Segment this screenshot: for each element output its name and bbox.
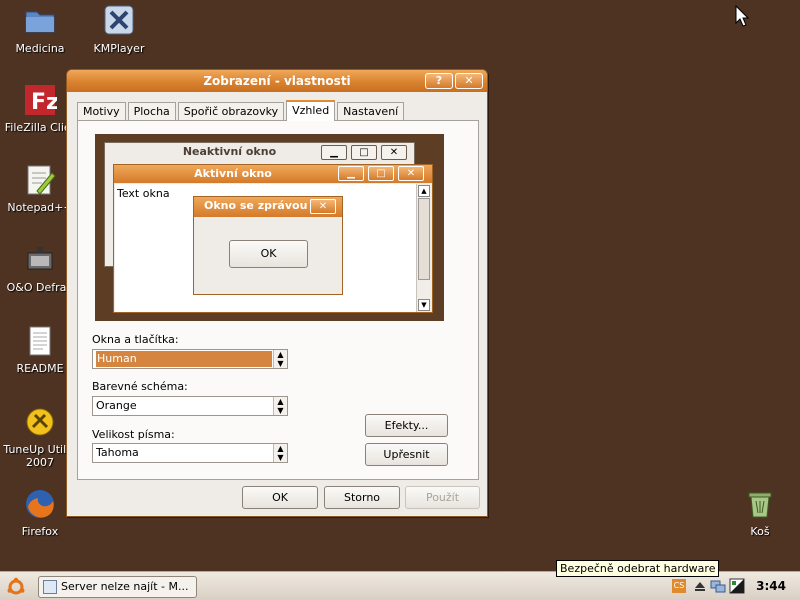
tab-strip: Motivy Plocha Spořič obrazovky Vzhled Na… <box>77 100 406 121</box>
desktop-icon-label: Medicina <box>15 42 65 55</box>
desktop-icon-kmplayer[interactable]: KMPlayer <box>79 4 159 55</box>
close-button[interactable]: ✕ <box>455 73 483 89</box>
color-scheme-value: Orange <box>96 399 137 412</box>
browser-icon <box>43 580 57 594</box>
preview-active-max-icon: □ <box>368 166 394 181</box>
preview-message-close-icon: ✕ <box>310 199 336 214</box>
defrag-icon <box>23 243 57 277</box>
taskbar-item-label: Server nelze najít - M... <box>61 580 189 593</box>
help-button[interactable]: ? <box>425 73 453 89</box>
windows-buttons-select[interactable]: Human ▲ ▼ <box>92 349 288 369</box>
advanced-button[interactable]: Upřesnit <box>365 443 448 466</box>
filezilla-icon: Fz <box>23 83 59 117</box>
svg-text:Fz: Fz <box>31 90 57 115</box>
spin-updown-icon: ▲ ▼ <box>273 444 287 462</box>
scroll-thumb <box>418 198 430 280</box>
window-title: Zobrazení - vlastnosti <box>203 74 351 88</box>
desktop-icon-label: Firefox <box>21 525 59 538</box>
tooltip-safely-remove-hardware: Bezpečně odebrat hardware <box>556 560 720 577</box>
effects-button[interactable]: Efekty... <box>365 414 448 437</box>
clock: 3:44 <box>756 579 786 593</box>
ok-button[interactable]: OK <box>242 486 318 509</box>
color-scheme-select[interactable]: Orange ▲ ▼ <box>92 396 288 416</box>
windows-buttons-label: Okna a tlačítka: <box>92 333 179 346</box>
document-icon <box>23 324 57 358</box>
notepad-icon <box>23 163 57 197</box>
kmplayer-icon <box>102 4 136 38</box>
desktop-icon-label: Koš <box>750 525 770 538</box>
preview-active-min-icon: ▁ <box>338 166 364 181</box>
scroll-up-icon: ▲ <box>418 185 430 197</box>
tray-network-icon[interactable] <box>710 578 726 597</box>
desktop-icon-medicina[interactable]: Medicina <box>0 4 80 55</box>
preview-message-window: Okno se zprávou ✕ OK <box>193 196 343 295</box>
tray-icon-cs[interactable]: CS <box>672 579 686 593</box>
start-menu-icon[interactable] <box>6 577 26 597</box>
display-properties-window: Zobrazení - vlastnosti ? ✕ Motivy Plocha… <box>66 69 488 517</box>
window-titlebar[interactable]: Zobrazení - vlastnosti ? ✕ <box>67 70 487 92</box>
font-size-value: Tahoma <box>96 446 139 459</box>
cancel-button[interactable]: Storno <box>324 486 400 509</box>
appearance-panel: Neaktivní okno ▁ □ ✕ Aktivní okno ▁ □ ✕ … <box>77 120 479 480</box>
scroll-down-icon: ▼ <box>418 299 430 311</box>
preview-scrollbar: ▲ ▼ <box>416 184 431 312</box>
tab-motivy[interactable]: Motivy <box>77 102 126 121</box>
spin-updown-icon: ▲ ▼ <box>273 397 287 415</box>
desktop-icon-trash[interactable]: Koš <box>720 487 800 538</box>
tab-nastaveni[interactable]: Nastavení <box>337 102 405 121</box>
mouse-cursor-icon <box>735 4 750 30</box>
apply-button[interactable]: Použít <box>405 486 480 509</box>
spin-updown-icon: ▲ ▼ <box>273 350 287 368</box>
folder-icon <box>23 4 57 38</box>
preview-inactive-min-icon: ▁ <box>321 145 347 160</box>
font-size-label: Velikost písma: <box>92 428 175 441</box>
recycle-bin-icon <box>743 487 777 521</box>
taskbar-item-browser[interactable]: Server nelze najít - M... <box>38 576 197 598</box>
preview-window-text: Text okna <box>117 187 170 200</box>
firefox-icon <box>23 487 57 521</box>
preview-inactive-max-icon: □ <box>351 145 377 160</box>
preview-inactive-close-icon: ✕ <box>381 145 407 160</box>
font-size-select[interactable]: Tahoma ▲ ▼ <box>92 443 288 463</box>
tab-screensaver[interactable]: Spořič obrazovky <box>177 102 285 121</box>
appearance-preview: Neaktivní okno ▁ □ ✕ Aktivní okno ▁ □ ✕ … <box>95 134 444 321</box>
preview-active-close-icon: ✕ <box>398 166 424 181</box>
tray-eject-icon[interactable] <box>693 579 707 596</box>
color-scheme-label: Barevné schéma: <box>92 380 188 393</box>
tab-vzhled[interactable]: Vzhled <box>286 100 336 121</box>
tuneup-icon <box>23 405 57 439</box>
tray-security-icon[interactable] <box>729 578 745 597</box>
desktop-icon-label: KMPlayer <box>93 42 145 55</box>
preview-ok-button: OK <box>229 240 308 268</box>
tab-plocha[interactable]: Plocha <box>127 102 176 121</box>
windows-buttons-value: Human <box>96 351 272 367</box>
